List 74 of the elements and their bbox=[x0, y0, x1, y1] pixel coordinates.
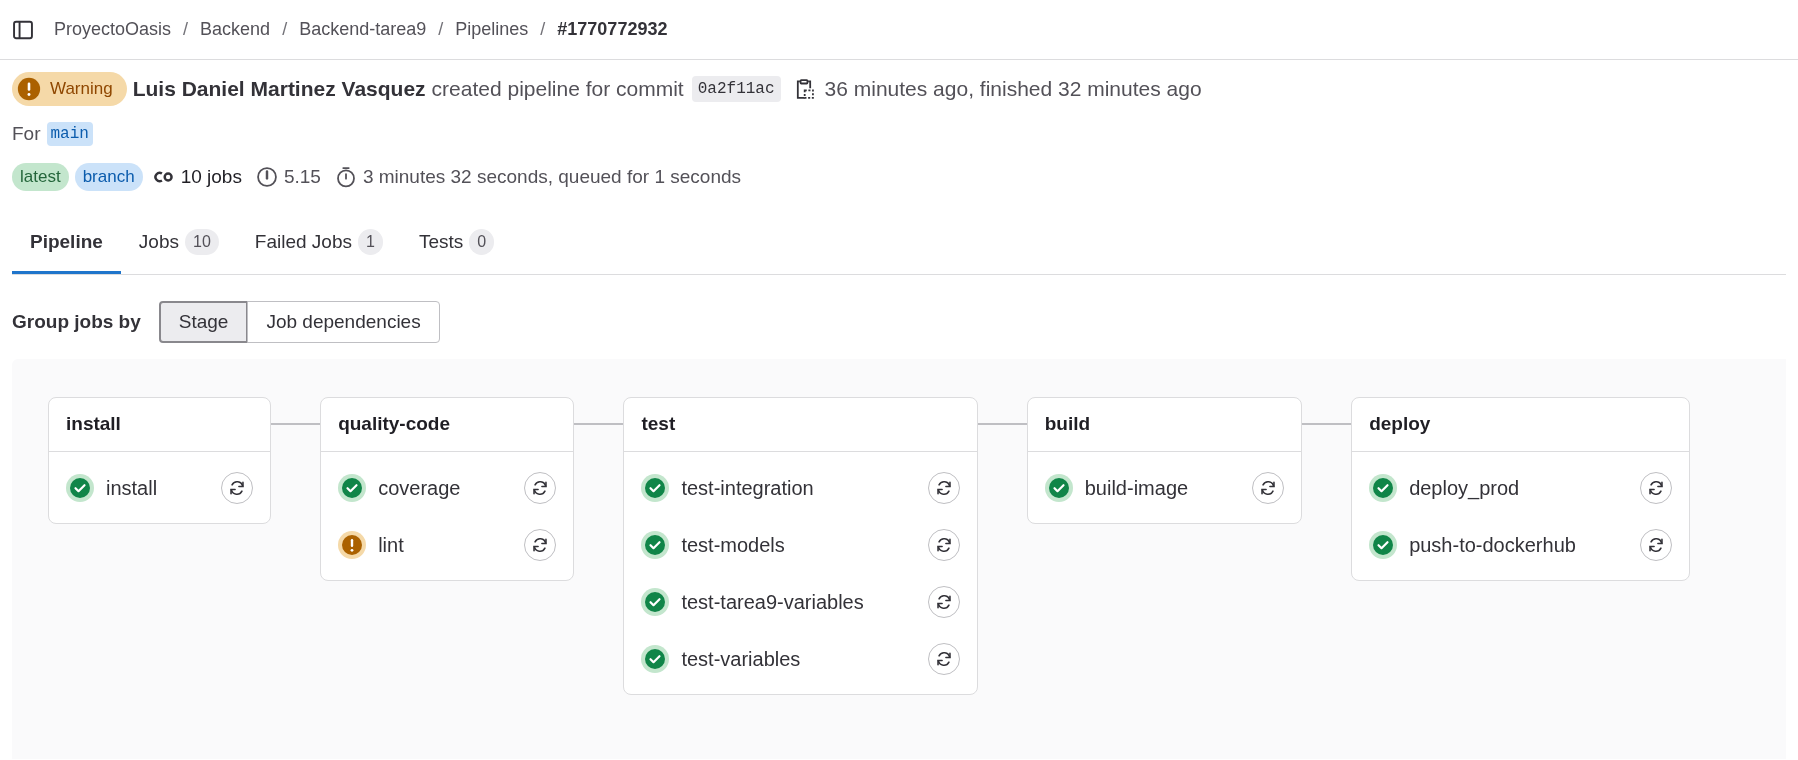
retry-icon bbox=[1646, 535, 1665, 554]
retry-icon bbox=[531, 478, 550, 497]
tab[interactable]: Jobs 10 bbox=[120, 213, 237, 274]
action-text: created pipeline for commit bbox=[431, 76, 684, 103]
retry-icon bbox=[1259, 478, 1278, 497]
duration-text: 3 minutes 32 seconds, queued for 1 seconds bbox=[362, 164, 742, 189]
tab-count: 10 bbox=[185, 229, 219, 255]
branch-ref[interactable]: main bbox=[46, 122, 93, 147]
status-badge: Warning bbox=[12, 72, 127, 106]
retry-icon bbox=[934, 649, 953, 668]
job-name[interactable]: test-tarea9-variables bbox=[681, 586, 864, 617]
connector-line bbox=[977, 423, 1027, 425]
tab[interactable]: Failed Jobs 1 bbox=[236, 213, 401, 274]
ref-label: For bbox=[12, 122, 41, 146]
connector-line bbox=[574, 423, 624, 425]
retry-button[interactable] bbox=[221, 471, 254, 504]
pipeline-badge: branch bbox=[74, 162, 143, 191]
warning-icon bbox=[16, 76, 42, 102]
retry-icon bbox=[228, 478, 247, 497]
stage-title: build bbox=[1027, 398, 1302, 452]
stage-title: quality-code bbox=[321, 398, 574, 452]
retry-button[interactable] bbox=[927, 585, 960, 618]
retry-icon bbox=[934, 535, 953, 554]
tab[interactable]: Tests 0 bbox=[400, 213, 513, 274]
breadcrumb-separator: / bbox=[183, 18, 189, 41]
timer-icon bbox=[334, 165, 357, 188]
job-name[interactable]: build-image bbox=[1084, 472, 1189, 503]
retry-button[interactable] bbox=[1639, 528, 1672, 561]
group-by-option[interactable]: Job dependencies bbox=[247, 301, 440, 343]
job-name[interactable]: deploy_prod bbox=[1409, 472, 1520, 503]
retry-button[interactable] bbox=[927, 642, 960, 675]
retry-icon bbox=[934, 592, 953, 611]
retry-button[interactable] bbox=[524, 471, 557, 504]
retry-icon bbox=[1646, 478, 1665, 497]
stage-title: install bbox=[49, 398, 271, 452]
breadcrumb-link[interactable]: Backend bbox=[200, 16, 271, 43]
breadcrumb-link[interactable]: #1770772932 bbox=[557, 16, 668, 43]
breadcrumb-link[interactable]: Pipelines bbox=[455, 16, 529, 43]
author-link[interactable]: Luis Daniel Martinez Vasquez bbox=[132, 73, 426, 105]
connector-line bbox=[1302, 423, 1352, 425]
retry-button[interactable] bbox=[1639, 471, 1672, 504]
breadcrumb-separator: / bbox=[282, 18, 288, 41]
job-name[interactable]: coverage bbox=[378, 472, 461, 503]
tab[interactable]: Pipeline bbox=[12, 213, 121, 274]
retry-button[interactable] bbox=[927, 471, 960, 504]
tab-count: 0 bbox=[469, 229, 495, 255]
group-by-label: Group jobs by bbox=[12, 309, 141, 334]
group-by-option[interactable]: Stage bbox=[158, 301, 249, 343]
stage-title: test bbox=[624, 398, 977, 452]
retry-button[interactable] bbox=[524, 528, 557, 561]
breadcrumb-separator: / bbox=[540, 18, 546, 41]
pipeline-times: 36 minutes ago, finished 32 minutes ago bbox=[824, 76, 1202, 103]
sidebar-toggle-icon[interactable] bbox=[12, 18, 34, 41]
tab-count: 1 bbox=[357, 229, 383, 255]
job-name[interactable]: push-to-dockerhub bbox=[1409, 529, 1576, 560]
compute-score: 5.15 bbox=[283, 164, 321, 189]
breadcrumb-separator: / bbox=[438, 18, 444, 41]
stage-title: deploy bbox=[1352, 398, 1689, 452]
retry-button[interactable] bbox=[927, 528, 960, 561]
connector-line bbox=[271, 423, 321, 425]
job-name[interactable]: test-integration bbox=[681, 472, 814, 503]
retry-button[interactable] bbox=[1252, 471, 1285, 504]
job-name[interactable]: test-models bbox=[681, 529, 785, 560]
job-name[interactable]: test-variables bbox=[681, 643, 801, 674]
commit-sha[interactable]: 0a2f11ac bbox=[691, 76, 781, 102]
breadcrumb-link[interactable]: Backend-tarea9 bbox=[299, 16, 427, 43]
pipeline-badge: latest bbox=[12, 162, 69, 191]
retry-icon bbox=[934, 478, 953, 497]
gauge-icon bbox=[255, 165, 278, 188]
jobs-count: 10 jobs bbox=[180, 164, 242, 189]
breadcrumb-link[interactable]: ProyectoOasis bbox=[54, 16, 172, 43]
retry-icon bbox=[531, 535, 550, 554]
job-name[interactable]: install bbox=[106, 472, 158, 503]
job-name[interactable]: lint bbox=[378, 529, 404, 560]
